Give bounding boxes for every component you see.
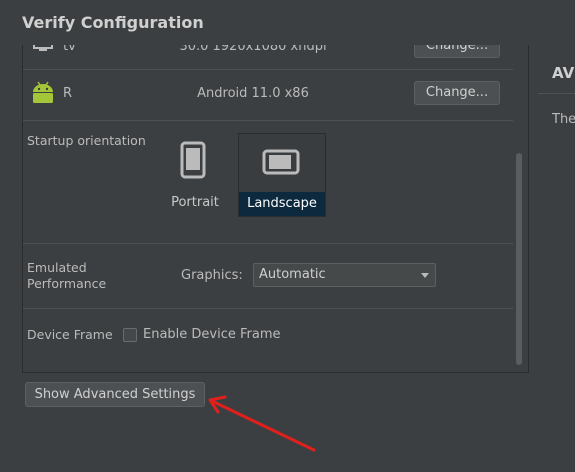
annotation-arrow-icon — [208, 395, 316, 452]
